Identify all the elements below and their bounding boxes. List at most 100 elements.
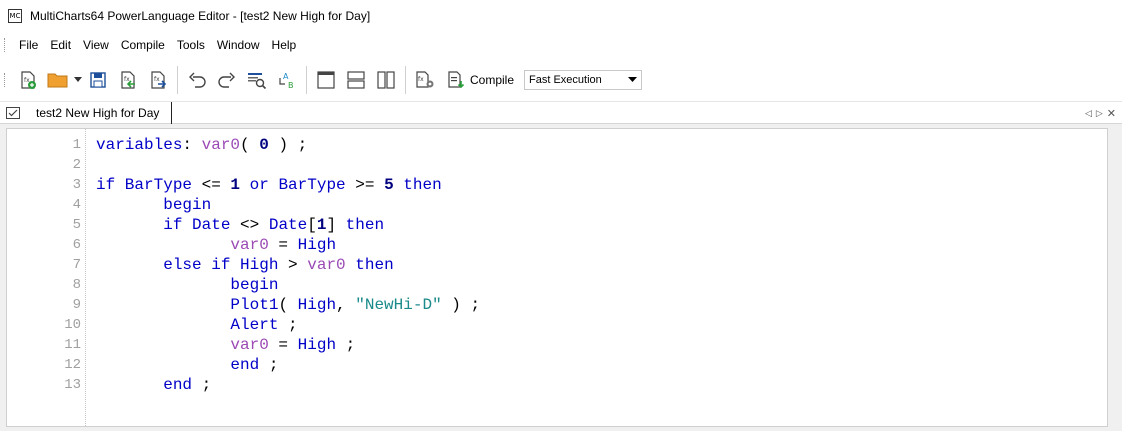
app-logo-icon: MC [8,9,22,23]
compile-label: Compile [470,72,515,87]
code-line: Alert ; [96,315,480,335]
code-token: ( [278,296,298,314]
editor-area: 1 2 3 4 5 6 7 8 9 10 11 12 13 variables: var0( 0 ) ;… [0,124,1122,431]
code-line: end ; [96,355,480,375]
tile-vertical-button[interactable] [373,67,399,93]
code-token: High [297,336,337,354]
code-line: var0 = High [96,235,480,255]
code-token: > [278,256,308,274]
line-number-gutter: 1 2 3 4 5 6 7 8 9 10 11 12 13 [7,129,89,426]
menu-file[interactable]: File [13,32,44,58]
save-icon [90,71,106,88]
code-token: then [345,256,394,274]
new-study-button[interactable]: fx [15,67,41,93]
compile-mode-value: Fast Execution [529,73,602,86]
open-dropdown-button[interactable] [73,67,83,93]
tab-scroll-right-icon[interactable]: ▷ [1096,108,1103,119]
redo-button[interactable] [214,67,240,93]
line-number: 6 [72,237,81,253]
menu-view[interactable]: View [77,32,115,58]
window-icon [317,70,335,89]
line-number: 7 [72,257,81,273]
window-single-button[interactable] [313,67,339,93]
code-token: High [297,236,337,254]
code-token: var0 [307,256,346,274]
tab-label: test2 New High for Day [36,105,160,120]
find-icon [248,72,267,89]
export-button[interactable]: fx [145,67,171,93]
toolbar-separator [177,65,178,94]
menu-window[interactable]: Window [211,32,266,58]
open-folder-button[interactable] [45,67,71,93]
code-token: [ [307,216,317,234]
code-line: Plot1( High, "NewHi-D" ) ; [96,295,480,315]
code-token: end [163,376,193,394]
code-token: var0 [201,136,241,154]
import-button[interactable]: fx [115,67,141,93]
title-bar: MC MultiCharts64 PowerLanguage Editor - … [0,0,1122,32]
code-line: if Date <> Date[1] then [96,215,480,235]
fold-margin [85,129,86,426]
code-token: 5 [384,176,394,194]
study-properties-button[interactable]: fx [412,67,438,93]
replace-icon: A B [279,72,294,90]
line-number: 10 [64,317,81,333]
code-token: end [230,356,260,374]
menu-tools[interactable]: Tools [171,32,211,58]
folder-icon [47,73,68,87]
toolbar-separator [405,65,406,94]
save-button[interactable] [85,67,111,93]
tile-vertical-icon [377,70,395,89]
tab-scroll-left-icon[interactable]: ◁ [1085,108,1092,119]
redo-icon [218,72,235,88]
code-token: Alert [230,316,279,334]
compile-mode-select[interactable]: Fast Execution [524,69,643,90]
undo-button[interactable] [184,67,210,93]
code-token: ; [192,376,212,394]
code-token: var0 [230,336,269,354]
tile-horizontal-icon [347,70,365,89]
code-token: ; [278,316,298,334]
code-line: end ; [96,375,480,395]
line-number: 13 [64,377,81,393]
compile-icon [448,70,465,88]
svg-text:B: B [288,81,294,90]
svg-text:A: A [283,72,289,81]
menu-help[interactable]: Help [266,32,303,58]
code-line: var0 = High ; [96,335,480,355]
menu-edit[interactable]: Edit [44,32,77,58]
code-token: variables [96,136,183,154]
code-token: ) ; [441,296,481,314]
menu-compile[interactable]: Compile [115,32,171,58]
menu-bar: File Edit View Compile Tools Window Help [0,32,1122,58]
code-token: ] [326,216,346,234]
code-token: <> [230,216,269,234]
tab-document[interactable]: test2 New High for Day [0,101,173,124]
find-button[interactable] [244,67,270,93]
code-token: var0 [230,236,269,254]
code-token: ) ; [268,136,308,154]
chevron-down-icon [628,76,638,82]
compile-button[interactable]: Compile [442,67,518,93]
tile-horizontal-button[interactable] [343,67,369,93]
code-text[interactable]: variables: var0( 0 ) ; if BarType <= 1 o… [96,135,480,395]
code-token: if BarType [96,176,193,194]
code-token: ; [336,336,356,354]
import-icon: fx [121,70,135,89]
document-check-icon [6,106,20,119]
code-line: variables: var0( 0 ) ; [96,135,480,155]
close-icon[interactable]: ✕ [1107,107,1116,120]
document-tab-strip: test2 New High for Day ◁ ▷ ✕ [0,101,1122,124]
code-line: else if High > var0 then [96,255,480,275]
code-editor[interactable]: 1 2 3 4 5 6 7 8 9 10 11 12 13 variables: var0( 0 ) ;… [6,128,1108,427]
code-token: then [345,216,385,234]
code-token: : [182,136,202,154]
code-token: Plot1 [230,296,279,314]
code-line: begin [96,195,480,215]
code-token: = [268,236,298,254]
code-token: 1 [230,176,241,194]
toolbar: fx fx fx A B fx Compile Fast Execution [0,58,1122,102]
replace-button[interactable]: A B [274,67,300,93]
